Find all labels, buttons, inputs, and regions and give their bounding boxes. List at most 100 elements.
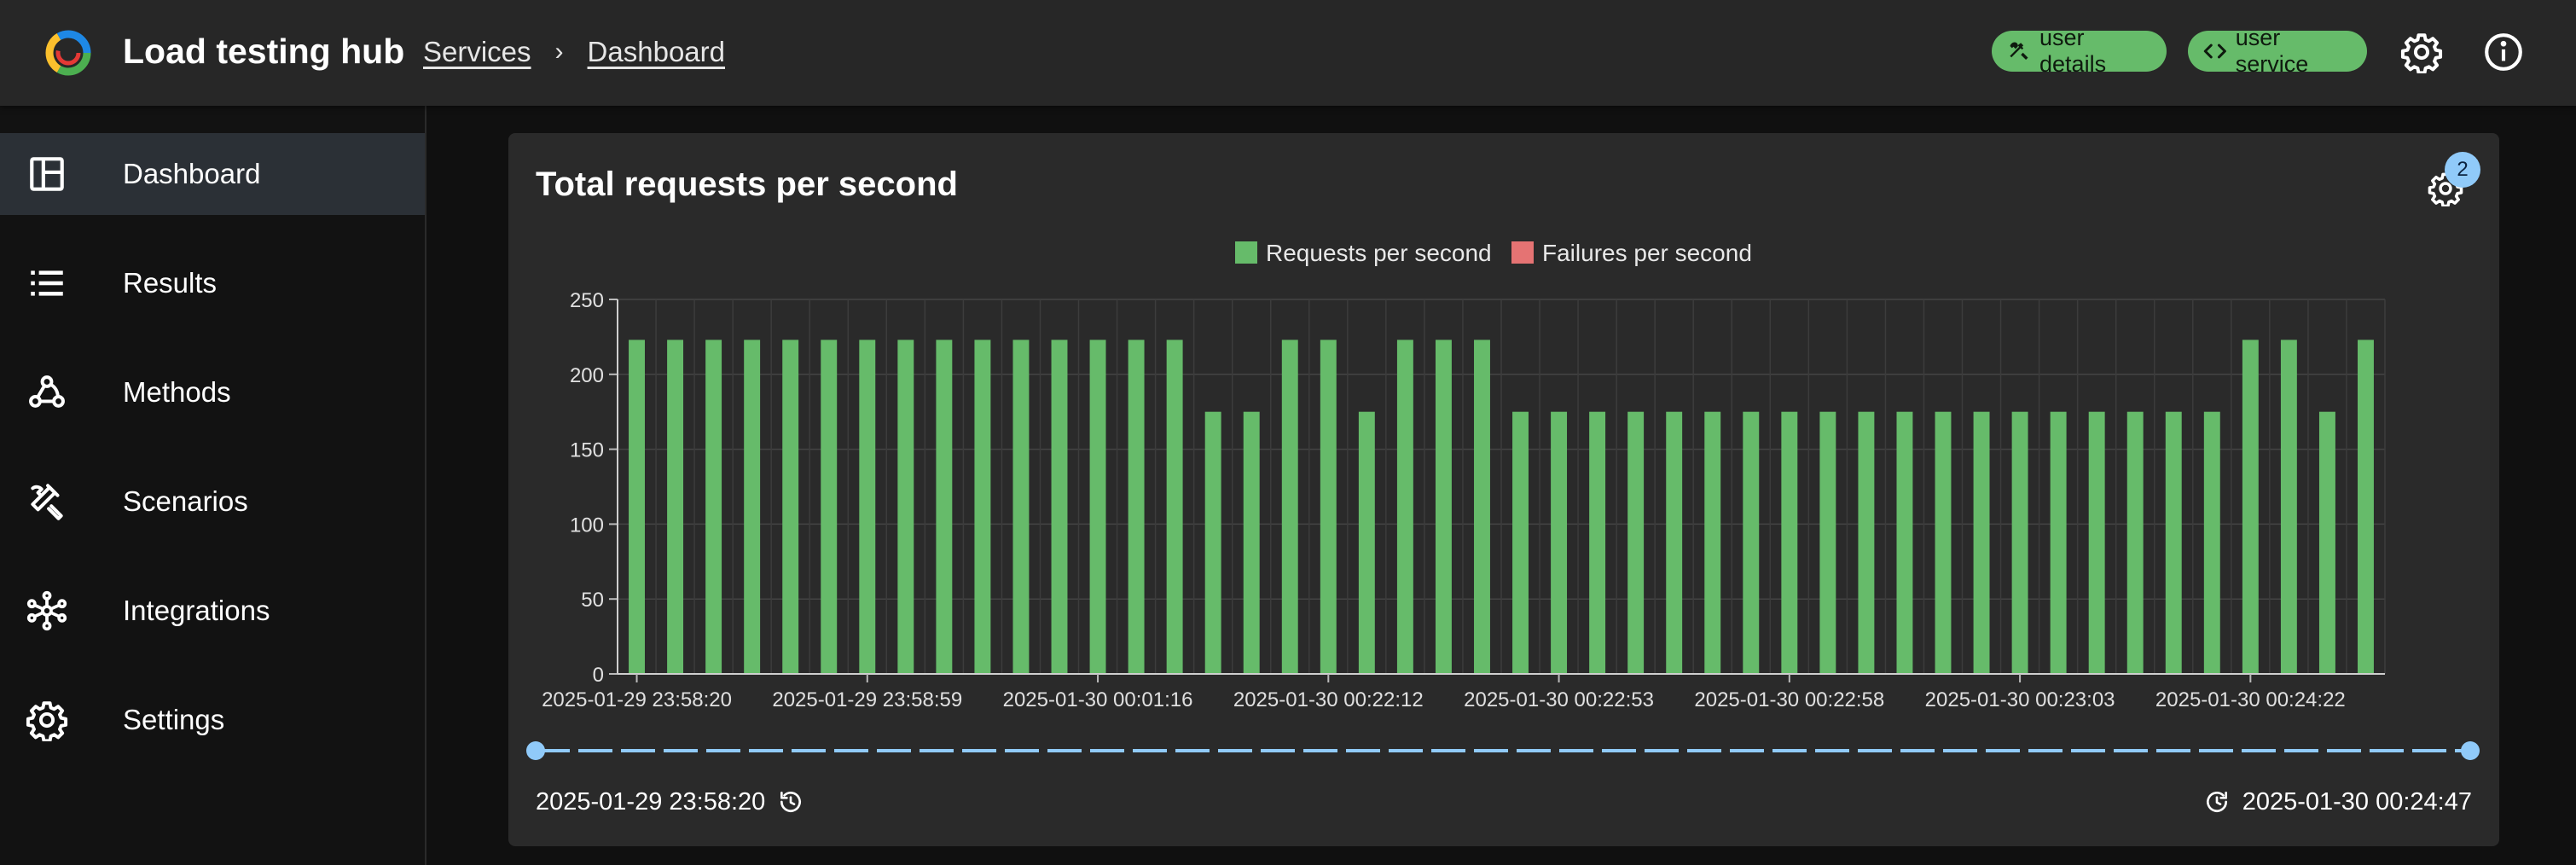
bar bbox=[1089, 340, 1106, 674]
bar bbox=[1051, 340, 1068, 674]
breadcrumb-dashboard-link[interactable]: Dashboard bbox=[588, 36, 725, 68]
webhook-icon bbox=[29, 375, 65, 408]
top-app-bar: Load testing hub Services › Dashboard us… bbox=[0, 0, 2576, 106]
bar bbox=[629, 340, 645, 674]
y-tick-label: 100 bbox=[570, 514, 604, 537]
sidebar-item-integrations[interactable]: Integrations bbox=[0, 570, 425, 652]
breadcrumb: Services › Dashboard bbox=[423, 31, 725, 73]
bar bbox=[744, 340, 761, 674]
bar bbox=[821, 340, 838, 674]
bar bbox=[1551, 411, 1568, 674]
bar bbox=[2203, 411, 2220, 674]
sidebar-item-dashboard[interactable]: Dashboard bbox=[0, 133, 425, 215]
bar bbox=[1281, 340, 1298, 674]
bar bbox=[2242, 340, 2259, 674]
bar bbox=[1627, 411, 1645, 674]
sidebar-item-scenarios[interactable]: Scenarios bbox=[0, 461, 425, 543]
chevron-right-icon: › bbox=[554, 38, 564, 66]
bar bbox=[705, 340, 722, 674]
sidebar-item-label: Results bbox=[123, 267, 218, 299]
app-logo-icon[interactable] bbox=[41, 26, 96, 80]
bar bbox=[1819, 411, 1836, 674]
x-tick-label: 2025-01-29 23:58:20 bbox=[542, 688, 732, 711]
x-tick-label: 2025-01-30 00:01:16 bbox=[1003, 688, 1193, 711]
code-brackets-icon bbox=[2203, 44, 2226, 59]
range-start-label: 2025-01-29 23:58:20 bbox=[536, 787, 766, 816]
breadcrumb-services-link[interactable]: Services bbox=[423, 36, 531, 68]
range-slider-end-handle[interactable] bbox=[2461, 741, 2480, 760]
bar bbox=[2358, 340, 2374, 674]
user-service-chip[interactable]: user service bbox=[2188, 25, 2367, 77]
chip-label: user service bbox=[2235, 25, 2309, 77]
y-tick-label: 200 bbox=[570, 364, 604, 387]
sidebar-item-label: Scenarios bbox=[123, 485, 248, 517]
bar bbox=[2088, 411, 2105, 674]
sidebar-item-label: Dashboard bbox=[123, 158, 261, 189]
sidebar-item-settings[interactable]: Settings bbox=[0, 679, 425, 761]
bar bbox=[1396, 340, 1413, 674]
info-icon[interactable] bbox=[2482, 31, 2525, 73]
bar bbox=[1204, 411, 1221, 674]
bar bbox=[1128, 340, 1145, 674]
bar bbox=[1589, 411, 1606, 674]
requests-bar-chart: Requests per second Failures per second 0 5… bbox=[526, 240, 2480, 760]
bar bbox=[1012, 340, 1030, 674]
bar bbox=[1704, 411, 1721, 674]
x-tick-label: 2025-01-30 00:23:03 bbox=[1925, 688, 2115, 711]
legend-swatch-1 bbox=[1235, 241, 1257, 264]
sidebar-item-label: Integrations bbox=[123, 595, 270, 626]
bar bbox=[1781, 411, 1798, 674]
bar bbox=[1512, 411, 1529, 674]
bar bbox=[1358, 411, 1375, 674]
y-tick-label: 50 bbox=[581, 589, 604, 612]
range-end: 2025-01-30 00:24:47 bbox=[2203, 785, 2472, 819]
legend-label-2: Failures per second bbox=[1542, 240, 1752, 266]
y-tick-label: 150 bbox=[570, 439, 604, 462]
refresh-clock-icon[interactable] bbox=[2203, 788, 2231, 816]
sidebar-item-results[interactable]: Results bbox=[0, 242, 425, 324]
bar bbox=[2280, 340, 2297, 674]
range-slider-start-handle[interactable] bbox=[526, 741, 545, 760]
bar bbox=[859, 340, 876, 674]
bar bbox=[1243, 411, 1260, 674]
list-icon bbox=[31, 270, 63, 296]
bar bbox=[1973, 411, 1990, 674]
tools-icon bbox=[31, 484, 63, 520]
requests-chart-card: Total requests per second 2 Requests per… bbox=[508, 133, 2499, 846]
bar bbox=[897, 340, 914, 674]
legend-label-1: Requests per second bbox=[1266, 240, 1492, 266]
bar bbox=[1320, 340, 1337, 674]
bar bbox=[2050, 411, 2067, 674]
bar bbox=[667, 340, 684, 674]
bar bbox=[1166, 340, 1183, 674]
bar bbox=[1896, 411, 1913, 674]
bar bbox=[936, 340, 953, 674]
chip-label: user details bbox=[2039, 25, 2107, 77]
user-details-chip[interactable]: user details bbox=[1992, 25, 2167, 77]
app-title: Load testing hub bbox=[123, 32, 405, 71]
range-end-label: 2025-01-30 00:24:47 bbox=[2242, 787, 2472, 816]
sidebar-item-label: Settings bbox=[123, 704, 225, 735]
bar bbox=[782, 340, 799, 674]
gear-icon bbox=[26, 701, 68, 741]
bar bbox=[974, 340, 991, 674]
bar bbox=[1935, 411, 1952, 674]
sidebar-item-methods[interactable]: Methods bbox=[0, 351, 425, 433]
legend-swatch-2 bbox=[1511, 241, 1534, 264]
bar bbox=[1858, 411, 1875, 674]
bar bbox=[2126, 411, 2144, 674]
x-tick-label: 2025-01-29 23:58:59 bbox=[772, 688, 962, 711]
y-tick-label: 0 bbox=[593, 664, 604, 687]
bar bbox=[1474, 340, 1490, 674]
x-tick-label: 2025-01-30 00:22:58 bbox=[1694, 688, 1884, 711]
dashboard-icon bbox=[30, 157, 64, 191]
y-tick-label: 250 bbox=[570, 289, 604, 312]
gear-icon[interactable] bbox=[2400, 31, 2443, 73]
bar bbox=[1435, 340, 1452, 674]
x-tick-label: 2025-01-30 00:24:22 bbox=[2155, 688, 2346, 711]
hammer-wrench-icon bbox=[2010, 42, 2028, 61]
history-icon[interactable] bbox=[777, 788, 804, 816]
bar bbox=[2318, 411, 2335, 674]
x-tick-label: 2025-01-30 00:22:12 bbox=[1233, 688, 1424, 711]
bar bbox=[2165, 411, 2182, 674]
